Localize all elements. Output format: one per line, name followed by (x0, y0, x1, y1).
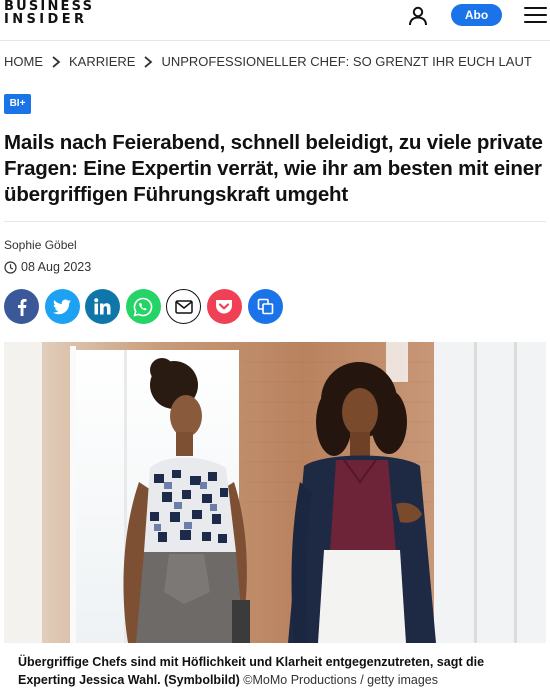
whatsapp-icon[interactable] (125, 289, 161, 324)
office-photo (4, 342, 546, 643)
share-buttons (4, 289, 288, 324)
copy-link-icon[interactable] (247, 289, 283, 324)
breadcrumb: HOME KARRIERE UNPROFESSIONELLER CHEF: SO… (4, 54, 532, 69)
photo-credit: ©MoMo Productions / getty images (243, 673, 439, 687)
facebook-icon[interactable] (4, 289, 39, 324)
email-icon[interactable] (166, 289, 202, 324)
chevron-right-icon (52, 55, 61, 68)
image-caption: Übergriffige Chefs sind mit Höflichkeit … (18, 653, 538, 689)
article-headline: Mails nach Feierabend, schnell beleidigt… (4, 131, 543, 206)
breadcrumb-current[interactable]: UNPROFESSIONELLER CHEF: SO GRENZT IHR EU… (161, 54, 531, 69)
headline-divider (4, 221, 546, 222)
twitter-icon[interactable] (44, 289, 80, 324)
pocket-icon[interactable] (206, 289, 242, 324)
header-divider (0, 40, 550, 41)
author-name[interactable]: Sophie Göbel (4, 238, 77, 252)
linkedin-icon[interactable] (85, 289, 121, 324)
user-icon[interactable] (407, 5, 429, 27)
publish-date: 08 Aug 2023 (4, 260, 91, 274)
site-header: BUSINESS INSIDER Abo (0, 0, 550, 34)
hamburger-menu-icon[interactable] (524, 7, 547, 25)
date-text: 08 Aug 2023 (21, 260, 92, 274)
business-insider-logo[interactable]: BUSINESS INSIDER (4, 0, 94, 26)
breadcrumb-karriere[interactable]: KARRIERE (69, 54, 135, 69)
clock-icon (4, 260, 17, 274)
chevron-right-icon (144, 55, 153, 68)
breadcrumb-home[interactable]: HOME (4, 54, 43, 69)
article-hero-image (4, 342, 546, 643)
abo-button[interactable]: Abo (451, 4, 502, 26)
bi-plus-badge: BI+ (4, 94, 31, 114)
logo-line-2: INSIDER (4, 12, 88, 27)
